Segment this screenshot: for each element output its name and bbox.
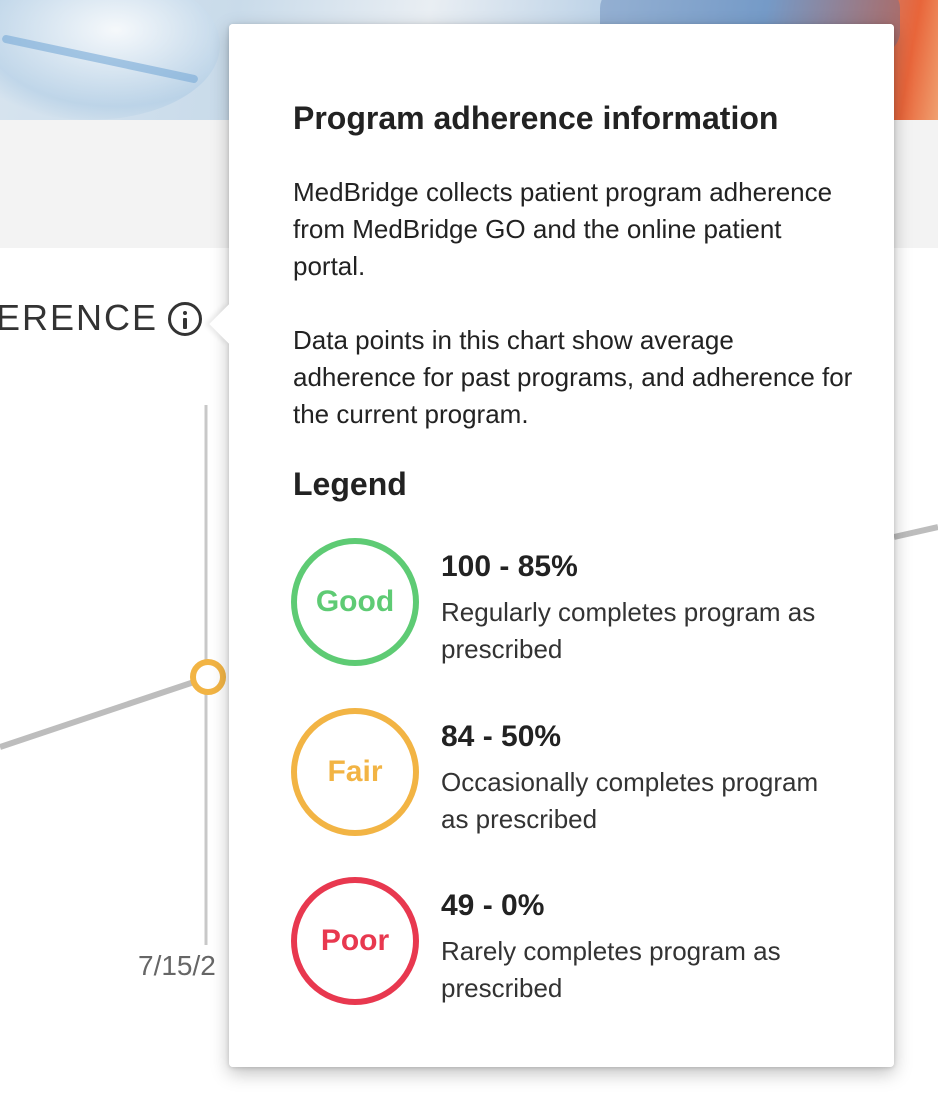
series-line-right	[893, 524, 938, 540]
good-badge: Good	[291, 538, 419, 666]
x-tick-label: 7/15/2	[138, 950, 216, 981]
legend-item-fair: Fair 84 - 50% Occasionally completes pro…	[291, 708, 851, 838]
poor-badge: Poor	[291, 877, 419, 1005]
series-line-left	[0, 675, 207, 750]
section-title: ERENCE	[0, 297, 159, 338]
adherence-info-popover: Program adherence information MedBridge …	[209, 24, 894, 1067]
fair-badge: Fair	[291, 708, 419, 836]
legend-item-poor: Poor 49 - 0% Rarely completes program as…	[291, 877, 851, 1007]
data-point-fair	[190, 659, 226, 695]
legend-title: Legend	[293, 466, 407, 502]
legend-range: 84 - 50%	[441, 720, 562, 753]
legend-description: Occasionally completes program as prescr…	[441, 767, 819, 834]
popover-paragraph: MedBridge collects patient program adher…	[293, 177, 833, 281]
popover-paragraph: Data points in this chart show average a…	[293, 325, 853, 429]
legend-description: Rarely completes program as prescribed	[441, 936, 781, 1003]
legend-range: 100 - 85%	[441, 550, 578, 583]
legend-item-good: Good 100 - 85% Regularly completes progr…	[291, 538, 851, 668]
legend-description: Regularly completes program as prescribe…	[441, 597, 816, 664]
popover-title: Program adherence information	[293, 100, 779, 136]
info-icon[interactable]	[168, 302, 202, 336]
legend-range: 49 - 0%	[441, 889, 545, 922]
